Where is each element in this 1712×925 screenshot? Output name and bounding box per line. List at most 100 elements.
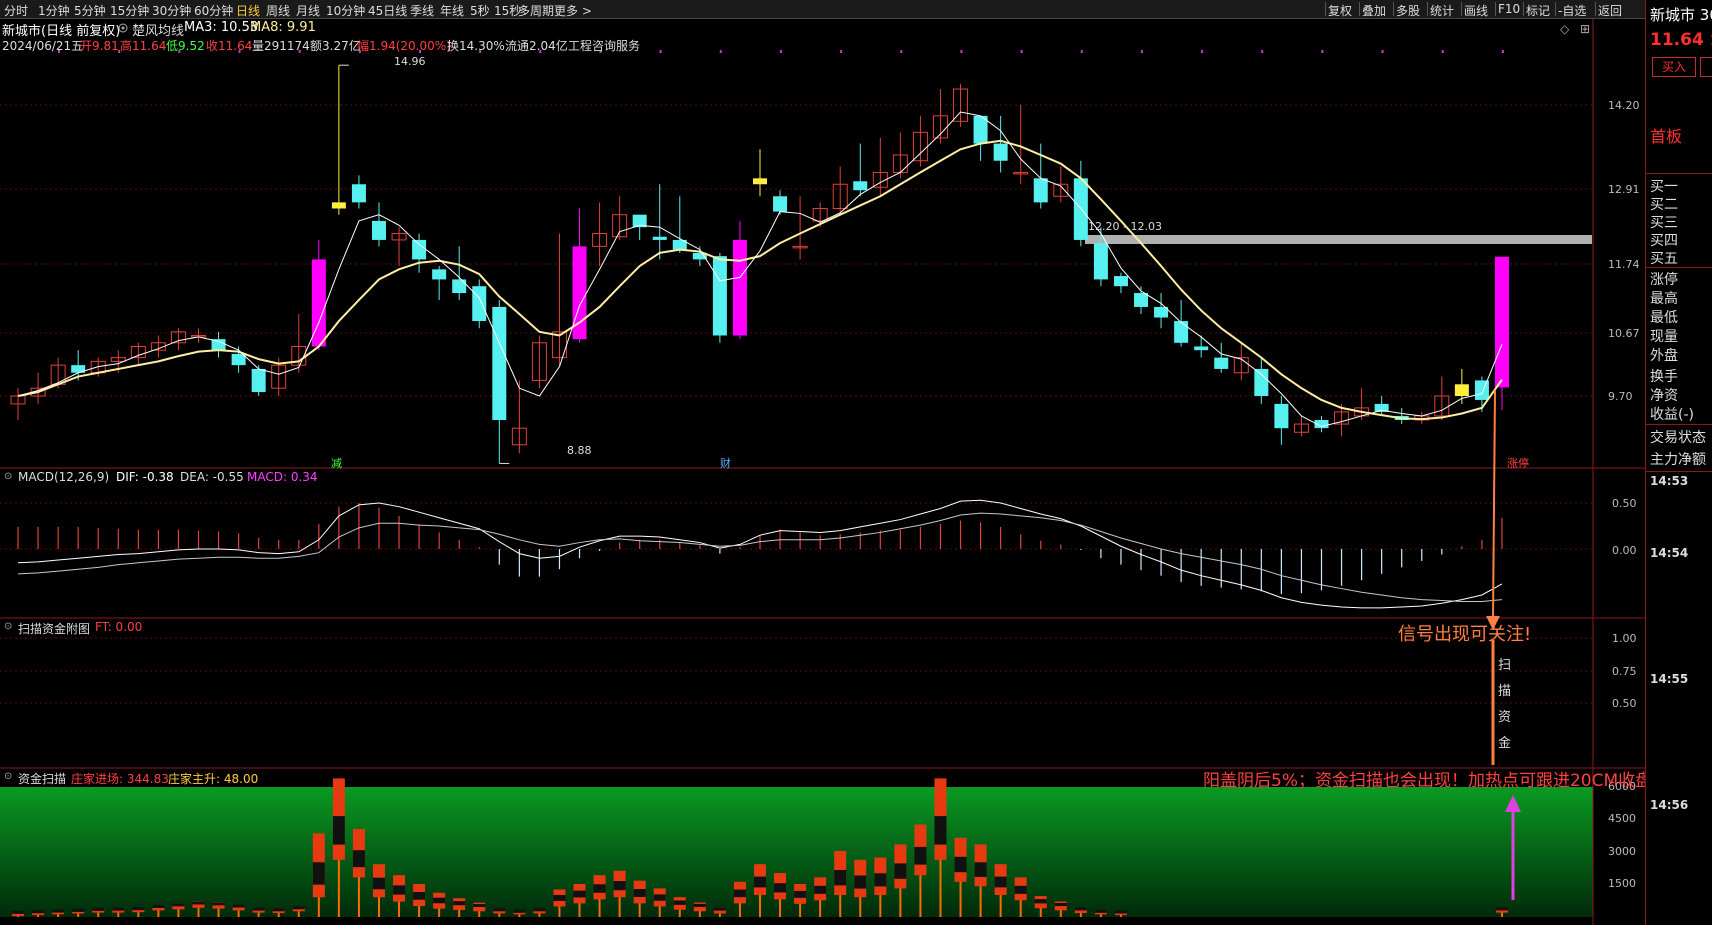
candle-body xyxy=(412,239,427,260)
tool-button-2[interactable]: 多股 xyxy=(1396,2,1420,19)
fund-core xyxy=(754,876,766,888)
candle-body xyxy=(993,143,1008,161)
macd-tick-1: 0.50 xyxy=(1612,497,1637,510)
fund-core xyxy=(112,907,125,911)
period-tab-12[interactable]: 年线 xyxy=(440,2,464,19)
limit-up-tag: 涨停 xyxy=(1507,457,1529,470)
fund-core xyxy=(192,901,205,905)
period-toolbar: 分时 1分钟 5分钟 15分钟 30分钟 60分钟 日线 周线 月线 10分钟 45日线 季线 年线 5秒… xyxy=(0,0,1645,19)
fund-core xyxy=(132,907,145,911)
fund-core xyxy=(834,870,847,886)
range-bar xyxy=(1085,235,1592,244)
tick-time-4: 14:56 xyxy=(1650,798,1689,812)
quote-low: 低9.52 xyxy=(166,39,205,53)
macd-dea: DEA: -0.55 xyxy=(180,470,244,484)
fund-core xyxy=(1014,885,1027,894)
ma3-value: MA3: 10.53 xyxy=(184,20,259,35)
candle-body xyxy=(231,353,246,366)
fund-core xyxy=(413,892,426,900)
top-marker xyxy=(779,50,782,53)
fund-core xyxy=(854,875,867,889)
macd-tick-2: 0.00 xyxy=(1612,544,1637,557)
period-tab-7[interactable]: 周线 xyxy=(266,2,290,19)
top-marker xyxy=(1501,50,1504,53)
price-tick-1: 14.20 xyxy=(1608,99,1640,112)
tool-button-0[interactable]: 复权 xyxy=(1328,2,1352,19)
fund-core xyxy=(934,816,947,845)
cai-tag: 财 xyxy=(720,457,731,470)
fund-core xyxy=(713,907,726,911)
period-tab-13[interactable]: 5秒 xyxy=(470,2,490,19)
period-tab-9[interactable]: 10分钟 xyxy=(326,2,365,19)
period-tab-1[interactable]: 1分钟 xyxy=(38,2,70,19)
diamond-icon[interactable]: ◇ xyxy=(1560,22,1569,36)
tool-button-6[interactable]: 标记 xyxy=(1526,2,1550,19)
period-tab-15[interactable]: 多周期 xyxy=(518,2,554,19)
expand-icon[interactable]: ⊞ xyxy=(1580,22,1590,36)
tool-button-8[interactable]: 返回 xyxy=(1598,2,1622,19)
tool-button-1[interactable]: 叠加 xyxy=(1362,2,1386,19)
fund-collapse-icon[interactable]: ⊙ xyxy=(4,771,12,782)
scan-collapse-icon[interactable]: ⊙ xyxy=(4,621,12,632)
period-tab-11[interactable]: 季线 xyxy=(410,2,434,19)
candle-body xyxy=(331,202,346,209)
candle-body xyxy=(753,178,767,185)
settings-icon[interactable] xyxy=(118,22,128,33)
candle-body xyxy=(652,236,667,240)
top-marker xyxy=(1261,50,1264,53)
candle-body xyxy=(1254,368,1269,396)
scan-tick-1: 1.00 xyxy=(1612,632,1637,645)
scan-vertical-3: 资 xyxy=(1498,710,1512,725)
quote-volume: 量291174 xyxy=(252,39,310,53)
fund-core xyxy=(633,889,646,897)
candle-body xyxy=(472,286,487,322)
scan-title[interactable]: 扫描资金附图 xyxy=(18,620,90,637)
candle-body xyxy=(1474,380,1489,400)
macd-collapse-icon[interactable]: ⊙ xyxy=(4,471,12,482)
period-tab-10[interactable]: 45日线 xyxy=(368,2,407,19)
tool-button-7[interactable]: -自选 xyxy=(1558,2,1586,19)
candle-body xyxy=(1454,384,1469,396)
scan-tick-2: 0.75 xyxy=(1612,665,1637,678)
fund-core xyxy=(1074,907,1087,911)
fund-core xyxy=(994,876,1007,888)
buy-button[interactable]: 买入 xyxy=(1652,57,1696,77)
tick-time-3: 14:55 xyxy=(1650,672,1689,686)
fund-core xyxy=(1094,909,1107,913)
label-high: 最高 xyxy=(1650,291,1678,307)
side-divider-1 xyxy=(1646,173,1712,174)
price-tick-3: 11.74 xyxy=(1608,258,1640,271)
period-tab-16[interactable]: 更多 > xyxy=(554,2,592,19)
fund-rise: 庄家主升: 48.00 xyxy=(168,772,259,786)
fund-core xyxy=(352,850,365,868)
period-tab-4[interactable]: 30分钟 xyxy=(152,2,191,19)
period-tab-3[interactable]: 15分钟 xyxy=(110,2,149,19)
tool-button-3[interactable]: 统计 xyxy=(1430,2,1454,19)
period-tab-6[interactable]: 日线 xyxy=(236,2,260,19)
fund-tick-2: 4500 xyxy=(1608,812,1636,825)
top-marker xyxy=(1020,50,1023,53)
fund-core xyxy=(733,889,746,898)
board-tag: 首板 xyxy=(1650,127,1683,146)
side-price: 11.64 1 xyxy=(1650,30,1712,50)
fund-core xyxy=(894,863,907,879)
fund-core xyxy=(332,816,345,845)
fund-core xyxy=(152,904,165,908)
fund-core xyxy=(272,908,285,912)
signal-text: 信号出现可关注! xyxy=(1398,624,1532,645)
fund-core xyxy=(393,885,406,895)
period-tab-5[interactable]: 60分钟 xyxy=(194,2,233,19)
macd-title[interactable]: MACD(12,26,9) xyxy=(18,470,109,484)
tool-button-4[interactable]: 画线 xyxy=(1464,2,1488,19)
fund-title[interactable]: 资金扫描 xyxy=(18,770,66,787)
sell-button-edge[interactable] xyxy=(1700,57,1712,77)
label-low: 最低 xyxy=(1650,310,1678,326)
candle-body xyxy=(351,184,366,203)
period-tab-2[interactable]: 5分钟 xyxy=(74,2,106,19)
quote-date: 2024/06/21五 xyxy=(2,39,84,53)
period-tab-0[interactable]: 分时 xyxy=(4,2,28,19)
top-marker xyxy=(659,50,662,53)
period-tab-8[interactable]: 月线 xyxy=(296,2,320,19)
toolbar-separator xyxy=(1359,2,1360,16)
tool-button-5[interactable]: F10 xyxy=(1498,2,1520,16)
